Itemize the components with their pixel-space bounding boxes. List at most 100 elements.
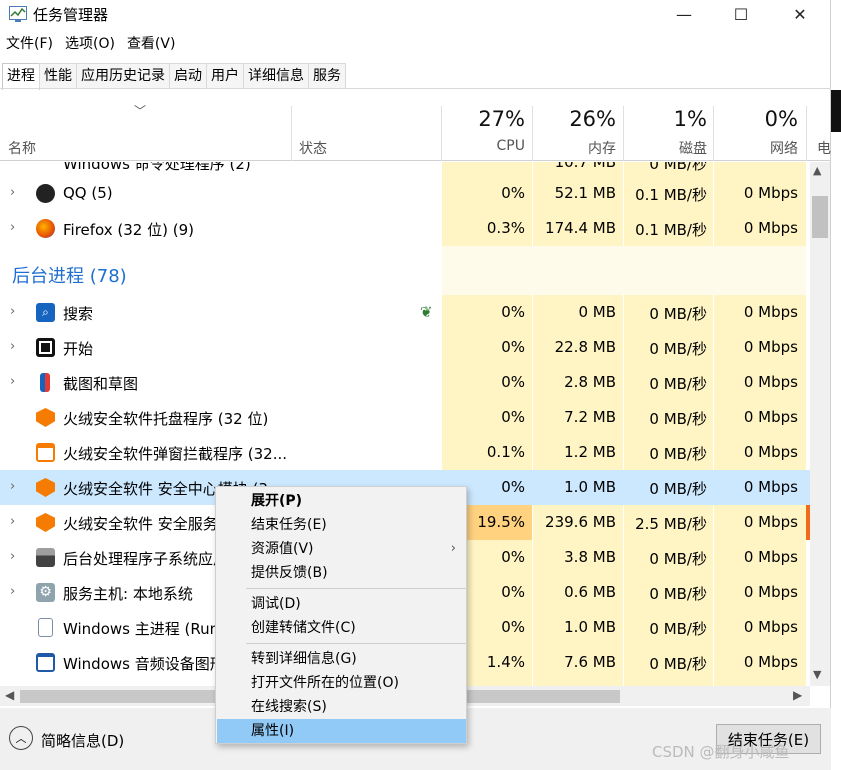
column-name[interactable]: 名称 — [8, 138, 36, 158]
leaf-icon: ❦ — [420, 303, 433, 321]
sort-chevron-icon[interactable]: ﹀ — [134, 102, 146, 119]
background-processes-group[interactable]: 后台进程 (78) — [12, 262, 127, 288]
context-menu: 展开(P) 结束任务(E) 资源值(V) › 提供反馈(B) 调试(D) 创建转储… — [215, 486, 467, 744]
ctx-expand[interactable]: 展开(P) — [217, 489, 466, 513]
ctx-go-to-details[interactable]: 转到详细信息(G) — [217, 647, 466, 671]
table-row[interactable]: › 开始 0% 22.8 MB 0 MB/秒 0 Mbps — [0, 330, 810, 365]
tab-app-history[interactable]: 应用历史记录 — [76, 63, 170, 89]
minimize-button[interactable]: — — [661, 0, 707, 28]
memory-value: 2.8 MB — [564, 373, 616, 391]
network-total[interactable]: 0% — [714, 107, 798, 131]
expand-chevron-icon[interactable]: › — [10, 549, 15, 564]
network-value: 0 Mbps — [743, 373, 798, 391]
fewer-details-link[interactable]: 简略信息(D) — [41, 730, 124, 751]
menu-view[interactable]: 查看(V) — [121, 33, 182, 55]
file-icon — [38, 618, 53, 637]
column-status[interactable]: 状态 — [299, 138, 327, 158]
tab-performance[interactable]: 性能 — [39, 63, 77, 89]
column-memory[interactable]: 内存 — [533, 138, 616, 158]
vertical-scroll-thumb[interactable] — [812, 196, 828, 238]
column-disk[interactable]: 磁盘 — [624, 138, 707, 158]
cpu-value: 0% — [501, 303, 525, 321]
process-name: Firefox (32 位) (9) — [63, 221, 194, 239]
expand-chevron-icon[interactable]: › — [10, 514, 15, 529]
scroll-down-icon[interactable]: ▼ — [813, 668, 821, 681]
expand-chevron-icon[interactable]: › — [10, 584, 15, 599]
memory-total[interactable]: 26% — [533, 107, 616, 131]
ctx-go-to-details-label: 转到详细信息(G) — [251, 651, 357, 667]
column-divider[interactable] — [291, 106, 292, 161]
memory-value: 239.6 MB — [545, 513, 616, 531]
ctx-resource-values[interactable]: 资源值(V) › — [217, 537, 466, 561]
memory-value: 7.6 MB — [564, 653, 616, 671]
window-title: 任务管理器 — [33, 6, 109, 24]
expand-chevron-icon[interactable]: › — [10, 339, 15, 354]
column-cpu[interactable]: CPU — [442, 138, 525, 154]
ctx-create-dump-label: 创建转储文件(C) — [251, 620, 356, 636]
expand-chevron-icon[interactable]: › — [10, 304, 15, 319]
disk-value: 0.1 MB/秒 — [635, 186, 707, 204]
table-row[interactable]: › Firefox (32 位) (9) 0.3% 174.4 MB 0.1 M… — [0, 211, 810, 246]
disk-value: 0 MB/秒 — [649, 375, 707, 393]
process-name: 开始 — [63, 340, 94, 358]
maximize-button[interactable]: ☐ — [718, 0, 764, 28]
tab-services[interactable]: 服务 — [308, 63, 346, 89]
ctx-debug[interactable]: 调试(D) — [217, 592, 466, 616]
table-row[interactable]: 火绒安全软件弹窗拦截程序 (32... 0.1% 1.2 MB 0 MB/秒 0… — [0, 435, 810, 470]
background-window-edge-dark — [831, 90, 841, 132]
scroll-left-icon[interactable]: ◀ — [5, 688, 14, 702]
expand-chevron-icon[interactable]: › — [10, 374, 15, 389]
menu-options[interactable]: 选项(O) — [59, 33, 121, 55]
scroll-right-icon[interactable]: ▶ — [793, 688, 802, 702]
ctx-open-file-location[interactable]: 打开文件所在的位置(O) — [217, 671, 466, 695]
network-value: 0 Mbps — [743, 303, 798, 321]
memory-value: 0.6 MB — [564, 583, 616, 601]
vertical-scrollbar[interactable] — [810, 162, 830, 686]
ctx-create-dump[interactable]: 创建转储文件(C) — [217, 616, 466, 640]
process-name: 服务主机: 本地系统 — [63, 585, 193, 603]
ctx-separator — [246, 588, 466, 589]
memory-value: 174.4 MB — [545, 219, 616, 237]
table-row[interactable]: 火绒安全软件托盘程序 (32 位) 0% 7.2 MB 0 MB/秒 0 Mbp… — [0, 400, 810, 435]
cpu-total[interactable]: 27% — [442, 107, 525, 131]
group-header-bg — [442, 246, 806, 295]
search-icon: ⌕ — [36, 303, 55, 322]
ctx-end-task[interactable]: 结束任务(E) — [217, 513, 466, 537]
tab-startup[interactable]: 启动 — [169, 63, 207, 89]
huorong-icon — [36, 408, 55, 427]
cpu-value: 0% — [501, 184, 525, 202]
tab-details[interactable]: 详细信息 — [243, 63, 309, 89]
ctx-properties[interactable]: 属性(I) — [217, 719, 466, 743]
column-divider[interactable] — [806, 106, 807, 161]
memory-value: 1.0 MB — [564, 618, 616, 636]
process-name: 后台处理程序子系统应用 — [63, 550, 229, 568]
table-row[interactable]: › ⌕ 搜索 ❦ 0% 0 MB 0 MB/秒 0 Mbps — [0, 295, 810, 330]
fewer-details-icon[interactable]: ︿ — [9, 726, 33, 750]
column-power-cut[interactable]: 电 — [817, 138, 831, 158]
ctx-separator — [246, 643, 466, 644]
table-row[interactable]: › QQ (5) 0% 52.1 MB 0.1 MB/秒 0 Mbps — [0, 176, 810, 211]
table-row[interactable]: › 截图和草图 0% 2.8 MB 0 MB/秒 0 Mbps — [0, 365, 810, 400]
task-manager-window: 任务管理器 — ☐ ✕ 文件(F) 选项(O) 查看(V) 进程 性能 应用历史… — [0, 0, 831, 770]
disk-total[interactable]: 1% — [624, 107, 707, 131]
close-button[interactable]: ✕ — [777, 0, 823, 28]
printer-icon — [36, 548, 55, 567]
ctx-search-online[interactable]: 在线搜索(S) — [217, 695, 466, 719]
memory-value: 7.2 MB — [564, 408, 616, 426]
expand-chevron-icon[interactable]: › — [10, 220, 15, 235]
ctx-end-task-label: 结束任务(E) — [251, 517, 327, 533]
expand-chevron-icon[interactable]: › — [10, 479, 15, 494]
scroll-up-icon[interactable]: ▲ — [813, 164, 821, 177]
ctx-open-file-location-label: 打开文件所在的位置(O) — [251, 675, 399, 691]
ctx-debug-label: 调试(D) — [251, 596, 301, 612]
ctx-feedback[interactable]: 提供反馈(B) — [217, 561, 466, 585]
expand-chevron-icon[interactable]: › — [10, 185, 15, 200]
huorong-icon — [36, 513, 55, 532]
menu-file[interactable]: 文件(F) — [0, 33, 59, 55]
column-network[interactable]: 网络 — [714, 138, 798, 158]
tab-users[interactable]: 用户 — [206, 63, 244, 89]
cpu-value: 0% — [501, 373, 525, 391]
network-value: 0 Mbps — [743, 338, 798, 356]
ctx-expand-label: 展开(P) — [251, 493, 303, 509]
tab-processes[interactable]: 进程 — [2, 63, 40, 90]
